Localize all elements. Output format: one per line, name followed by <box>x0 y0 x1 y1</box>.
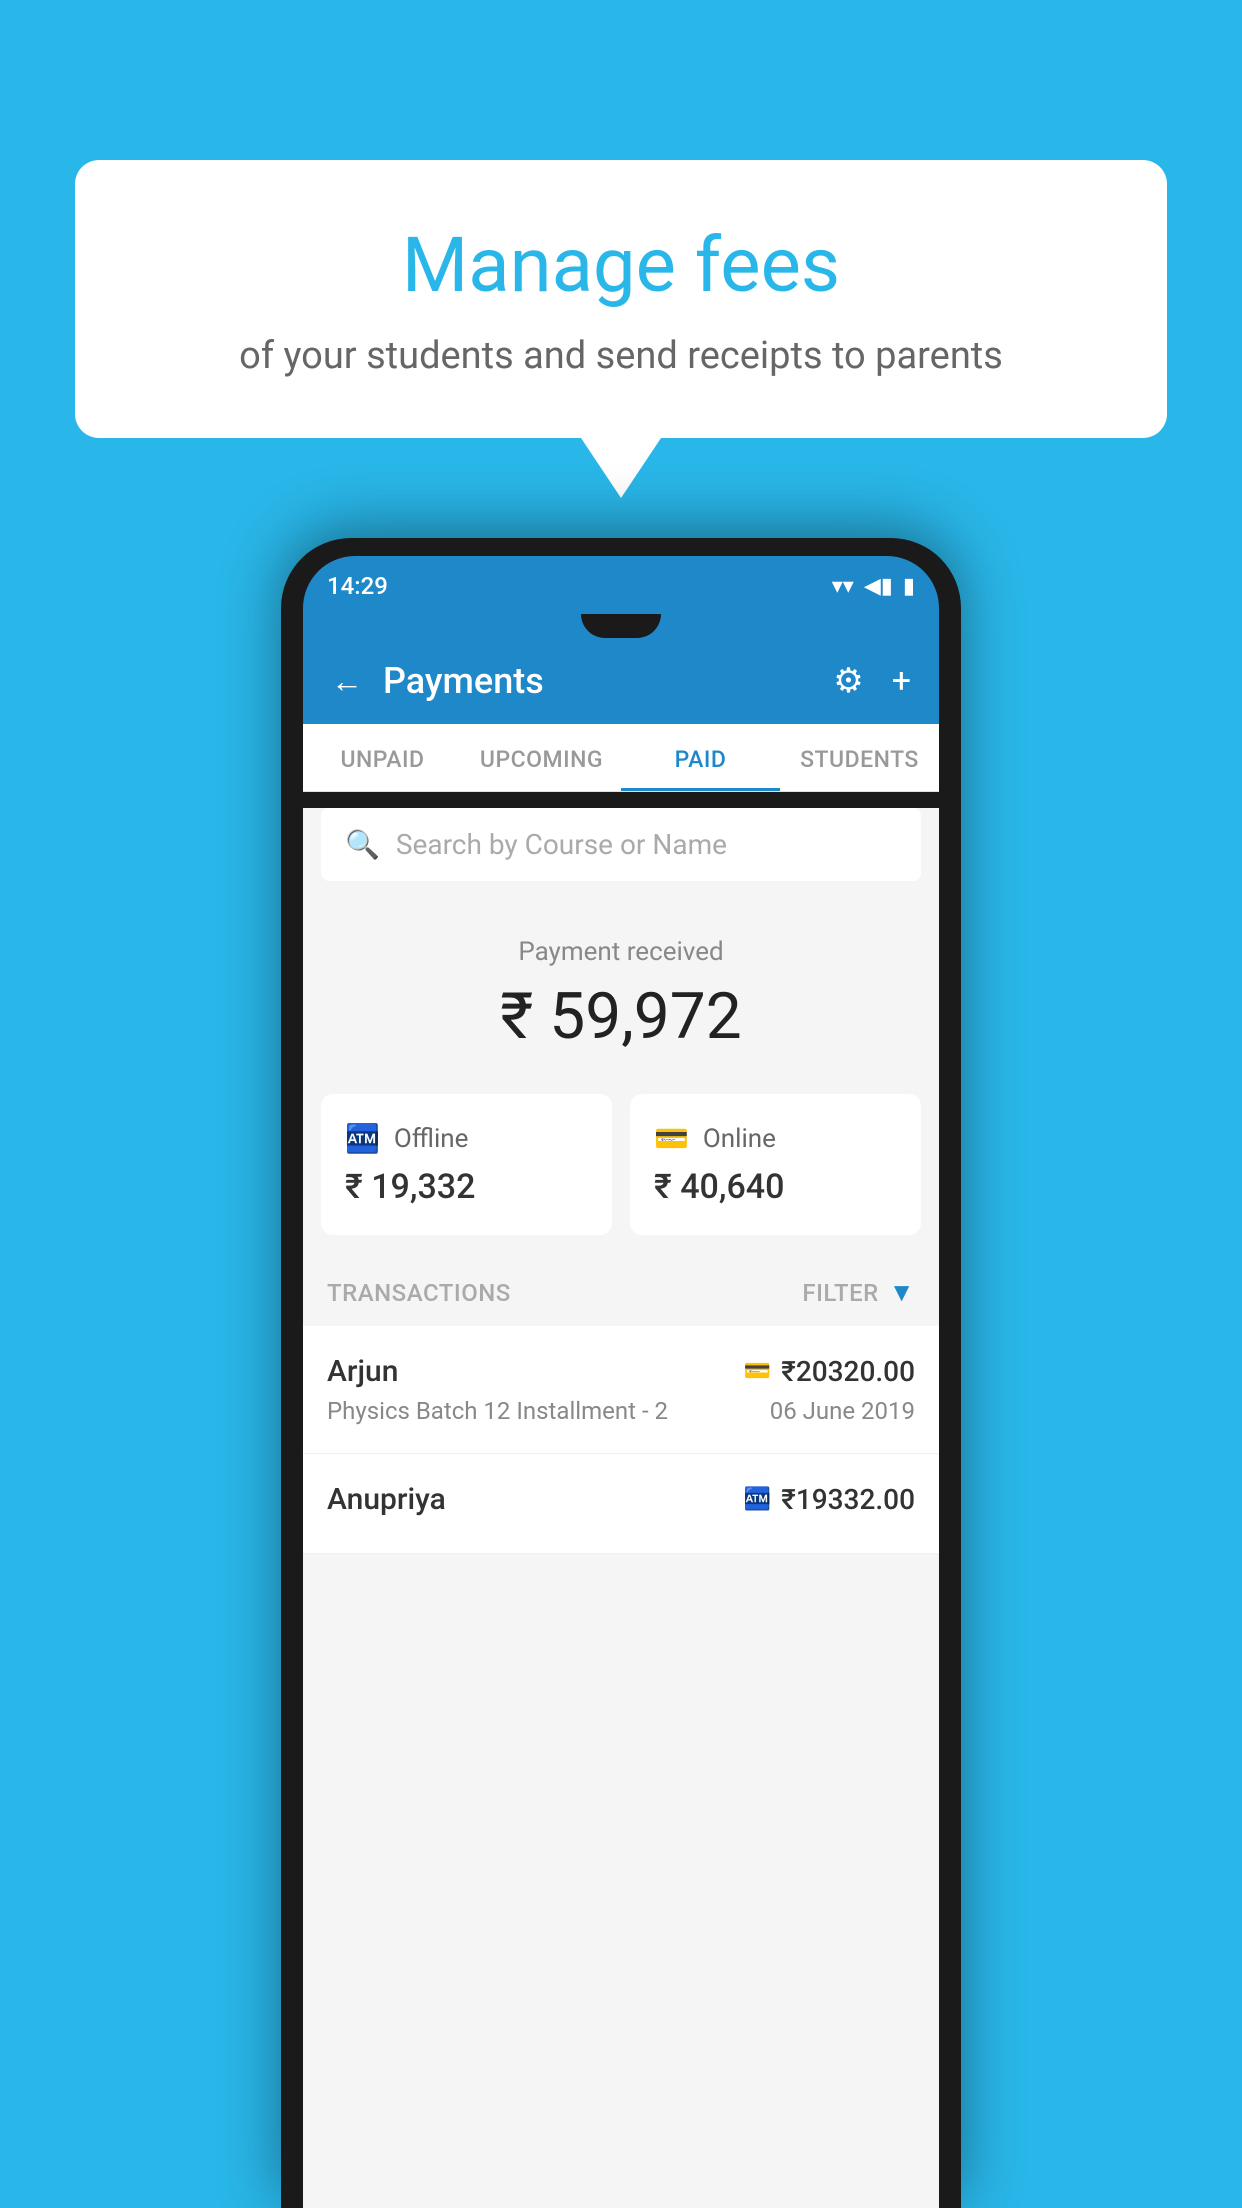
transaction-name-1: Arjun <box>327 1354 398 1389</box>
offline-card-header: 🏧 Offline <box>345 1122 588 1155</box>
speech-bubble-container: Manage fees of your students and send re… <box>75 160 1167 498</box>
transaction-name-2: Anupriya <box>327 1482 446 1517</box>
app-header: ← Payments ⚙ + <box>303 638 939 724</box>
online-amount: ₹ 40,640 <box>654 1167 897 1207</box>
payment-amount: ₹ 59,972 <box>323 979 919 1054</box>
filter-button[interactable]: FILTER ▼ <box>802 1277 915 1308</box>
transaction-amount-wrap-2: 🏧 ₹19332.00 <box>744 1483 915 1516</box>
tab-bar: UNPAID UPCOMING PAID STUDENTS <box>303 724 939 792</box>
payment-section: Payment received ₹ 59,972 <box>303 897 939 1084</box>
speech-bubble-subtitle: of your students and send receipts to pa… <box>125 334 1117 378</box>
online-label: Online <box>703 1124 776 1154</box>
tab-students[interactable]: STUDENTS <box>780 724 939 791</box>
header-title: Payments <box>383 660 833 702</box>
add-icon[interactable]: + <box>892 661 911 701</box>
transaction-row[interactable]: Arjun 💳 ₹20320.00 Physics Batch 12 Insta… <box>303 1326 939 1454</box>
settings-icon[interactable]: ⚙ <box>833 661 863 701</box>
tab-upcoming[interactable]: UPCOMING <box>462 724 621 791</box>
transaction-course-1: Physics Batch 12 Installment - 2 <box>327 1397 668 1425</box>
signal-icon: ◀▮ <box>864 574 893 599</box>
online-card-header: 💳 Online <box>654 1122 897 1155</box>
transactions-header: TRANSACTIONS FILTER ▼ <box>303 1259 939 1326</box>
notch-area <box>303 610 939 638</box>
online-card: 💳 Online ₹ 40,640 <box>630 1094 921 1235</box>
transaction-amount-2: ₹19332.00 <box>781 1483 915 1516</box>
transaction-bottom-1: Physics Batch 12 Installment - 2 06 June… <box>327 1397 915 1425</box>
status-icons: ▾▾ ◀▮ ▮ <box>832 574 915 599</box>
cards-row: 🏧 Offline ₹ 19,332 💳 Online ₹ 40,640 <box>321 1094 921 1235</box>
tab-paid[interactable]: PAID <box>621 724 780 791</box>
transaction-top-1: Arjun 💳 ₹20320.00 <box>327 1354 915 1389</box>
transactions-label: TRANSACTIONS <box>327 1279 511 1307</box>
transaction-date-1: 06 June 2019 <box>770 1397 915 1425</box>
transaction-mode-icon-2: 🏧 <box>744 1487 771 1512</box>
offline-amount: ₹ 19,332 <box>345 1167 588 1207</box>
status-time: 14:29 <box>327 572 388 600</box>
header-actions: ⚙ + <box>833 661 911 701</box>
filter-icon: ▼ <box>889 1277 915 1308</box>
offline-card: 🏧 Offline ₹ 19,332 <box>321 1094 612 1235</box>
back-button[interactable]: ← <box>331 662 363 700</box>
transaction-row-2[interactable]: Anupriya 🏧 ₹19332.00 <box>303 1454 939 1554</box>
online-icon: 💳 <box>654 1122 689 1155</box>
offline-label: Offline <box>394 1124 469 1154</box>
notch <box>581 614 661 638</box>
speech-bubble-title: Manage fees <box>125 220 1117 310</box>
transaction-top-2: Anupriya 🏧 ₹19332.00 <box>327 1482 915 1517</box>
status-bar: 14:29 ▾▾ ◀▮ ▮ <box>303 556 939 610</box>
transaction-amount-1: ₹20320.00 <box>781 1355 915 1388</box>
search-container[interactable]: 🔍 Search by Course or Name <box>321 808 921 881</box>
battery-icon: ▮ <box>903 574 915 599</box>
offline-icon: 🏧 <box>345 1122 380 1155</box>
transaction-amount-wrap-1: 💳 ₹20320.00 <box>744 1355 915 1388</box>
speech-bubble: Manage fees of your students and send re… <box>75 160 1167 438</box>
payment-label: Payment received <box>323 937 919 967</box>
filter-label: FILTER <box>802 1279 878 1307</box>
transaction-mode-icon-1: 💳 <box>744 1359 771 1384</box>
search-placeholder: Search by Course or Name <box>396 828 727 861</box>
speech-bubble-arrow <box>581 438 661 498</box>
wifi-icon: ▾▾ <box>832 574 854 599</box>
search-icon: 🔍 <box>345 828 380 861</box>
phone-frame: 14:29 ▾▾ ◀▮ ▮ ← Payments ⚙ + UNPAID UPCO… <box>281 538 961 2208</box>
phone-content: 🔍 Search by Course or Name Payment recei… <box>303 808 939 2208</box>
tab-unpaid[interactable]: UNPAID <box>303 724 462 791</box>
